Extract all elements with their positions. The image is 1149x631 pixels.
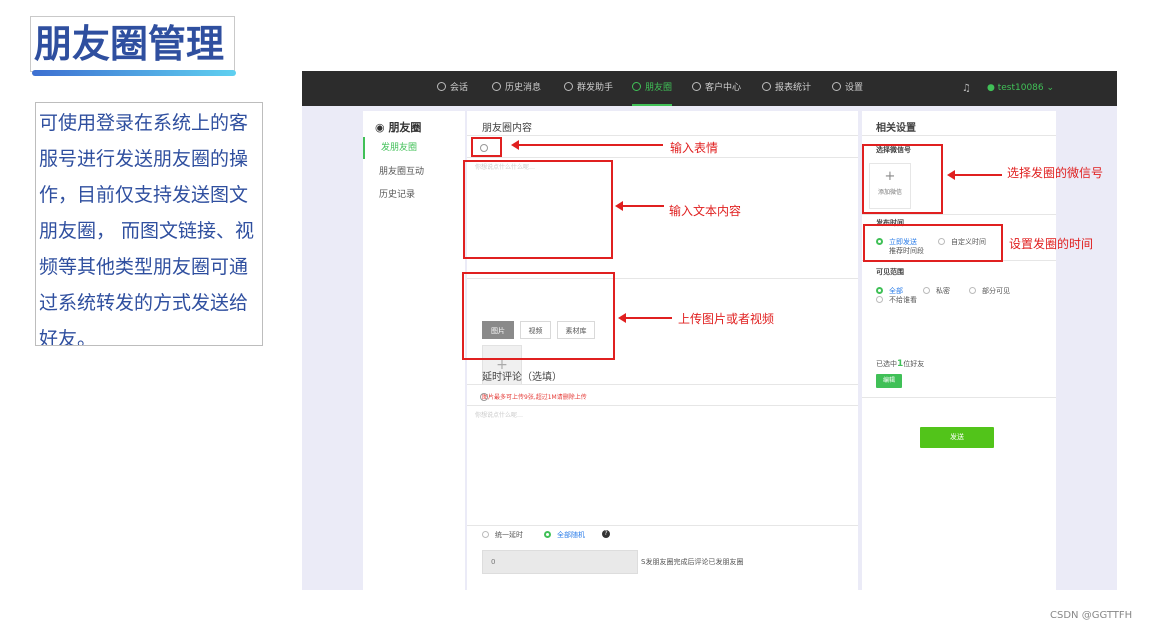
content-title: 朋友圈内容 [482,123,532,134]
nav-moments[interactable]: 朋友圈 [632,71,673,106]
bar-chart-icon [762,82,771,91]
annotation-box-media [462,272,615,360]
help-icon[interactable]: ? [602,530,610,538]
slide-description: 可使用登录在系统上的客服号进行发送朋友圈的操作，目前仅支持发送图文朋友圈， 而图… [35,102,263,346]
nav-label: 客户中心 [705,83,742,93]
sidebar-item-moment-interaction[interactable]: 朋友圈互动 [363,161,463,183]
radio-visible-all[interactable] [876,287,883,294]
settings-title: 相关设置 [876,123,916,134]
annotation-arrow [615,201,664,211]
radio-label: 不给谁看 [889,296,917,304]
user-icon [692,82,701,91]
radio-partial-visible[interactable] [969,287,976,294]
nav-reports[interactable]: 报表统计 [762,71,811,106]
annotation-box-account [862,144,943,214]
sidebar-title: ◉ 朋友圈 [375,121,422,134]
annotation-media: 上传图片或者视频 [678,312,775,326]
annotation-arrow [618,313,672,323]
radio-label: 全部随机 [557,531,585,539]
divider [467,525,858,526]
divider [862,135,1056,136]
nav-label: 报表统计 [775,83,812,93]
annotation-box-time [863,224,1003,262]
nav-label: 朋友圈 [645,83,673,93]
upload-hint: 图片最多可上传9张,超过1M请删除上传 [482,394,587,401]
send-button[interactable]: 发送 [920,427,994,448]
title-underline [32,70,236,76]
moments-icon [632,82,641,91]
sidebar-item-post-moment[interactable]: 发朋友圈 [363,137,463,159]
emoji-icon[interactable] [480,393,488,401]
radio-label: 部分可见 [982,287,1010,295]
bell-icon[interactable]: ♫ [962,71,971,106]
chat-icon [437,82,446,91]
annotation-arrow [947,170,1002,180]
send-icon [564,82,573,91]
radio-uniform-delay[interactable] [482,531,489,538]
divider [467,157,858,158]
nav-broadcast[interactable]: 群发助手 [564,71,613,106]
nav-customers[interactable]: 客户中心 [692,71,741,106]
nav-label: 历史消息 [505,83,542,93]
edit-button[interactable]: 编辑 [876,374,902,388]
radio-label: 统一延时 [495,531,523,539]
gear-icon [832,82,841,91]
delay-comment-title: 延时评论（选填） [482,372,562,383]
username: test10086 [997,83,1044,93]
selected-friends: 已选中1位好友 [876,359,924,369]
annotation-box-emoji [471,137,502,157]
radio-private[interactable] [923,287,930,294]
annotation-text: 输入文本内容 [669,204,742,218]
nav-label: 设置 [845,83,864,93]
divider [467,135,858,136]
user-menu[interactable]: ● test10086 ⌄ [987,71,1054,106]
nav-label: 群发助手 [577,83,614,93]
watermark: CSDN @GGTTFH [1050,610,1133,621]
delay-seconds-input[interactable]: 0 [482,550,638,574]
top-navbar: 会话 历史消息 群发助手 朋友圈 客户中心 报表统计 设置 ♫ ● test10… [302,71,1117,106]
radio-label: 私密 [936,287,950,295]
annotation-box-text [463,160,613,259]
radio-hide-from[interactable] [876,296,883,303]
nav-settings[interactable]: 设置 [832,71,863,106]
nav-chat[interactable]: 会话 [437,71,468,106]
radio-all-random[interactable] [544,531,551,538]
slide-title: 朋友圈管理 [30,16,235,72]
sidebar-item-history[interactable]: 历史记录 [363,184,463,206]
visibility-label: 可见范围 [876,268,904,276]
nav-history[interactable]: 历史消息 [492,71,541,106]
selected-prefix: 已选中 [876,360,897,368]
annotation-emoji: 输入表情 [670,141,719,155]
sidebar-title-text: 朋友圈 [388,121,422,134]
clock-icon [492,82,501,91]
divider [467,384,858,385]
divider [467,405,858,406]
selected-suffix: 位好友 [903,360,925,368]
delay-description: S发朋友圈完成后评论已发朋友圈 [641,558,744,566]
divider [862,397,1056,398]
comment-input[interactable]: 你想说点什么呢… [475,410,523,419]
divider [862,214,1056,215]
moments-sidebar: ◉ 朋友圈 发朋友圈 朋友圈互动 历史记录 [363,111,465,590]
annotation-account: 选择发圈的微信号 [1007,166,1104,180]
annotation-time: 设置发圈的时间 [1009,237,1094,251]
annotation-arrow [511,140,663,150]
nav-label: 会话 [450,83,469,93]
